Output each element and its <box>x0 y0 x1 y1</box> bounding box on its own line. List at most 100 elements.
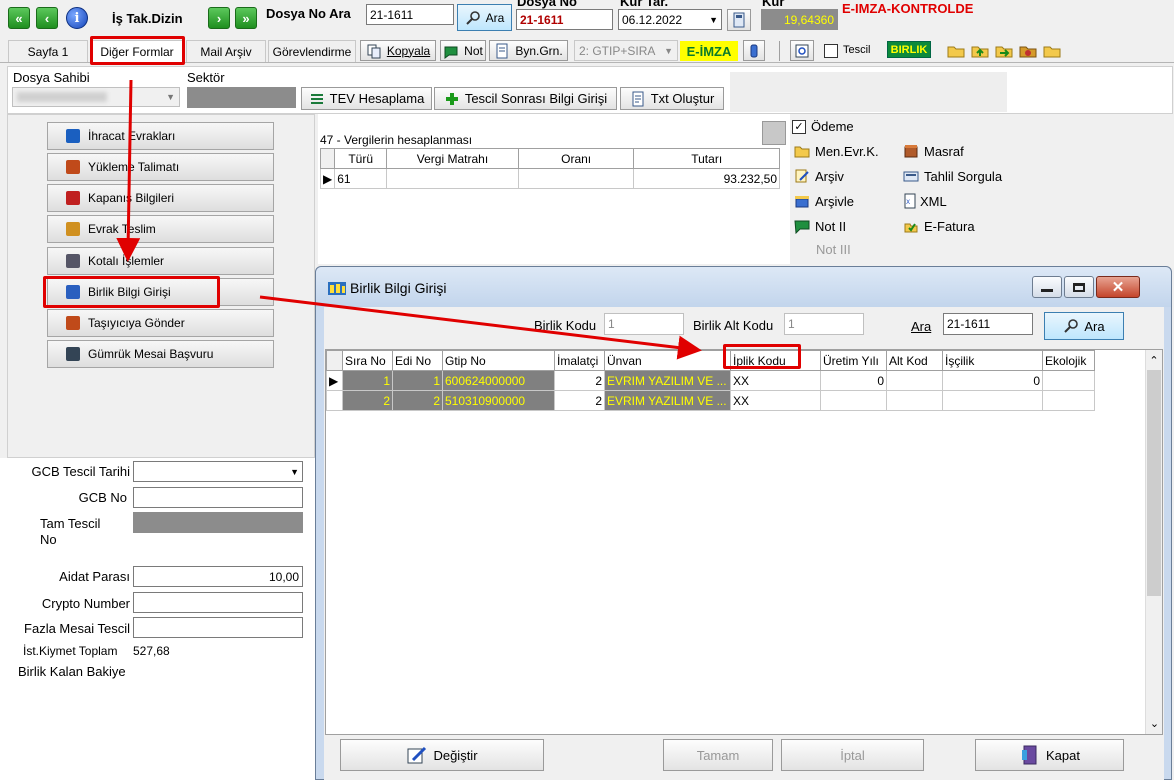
grid-cell[interactable]: 600624000000 <box>442 370 555 391</box>
preview-button[interactable] <box>790 40 814 61</box>
grid-header[interactable]: Ekolojik <box>1042 350 1095 371</box>
grid-cell[interactable] <box>1042 370 1095 391</box>
folder-open-icon[interactable] <box>946 41 966 61</box>
arsiv-link[interactable]: Arşiv <box>794 168 844 184</box>
grid-cell[interactable]: 1 <box>392 370 443 391</box>
calculator-grid-icon[interactable] <box>762 121 786 145</box>
grid-cell[interactable] <box>942 390 1043 411</box>
tahlil-link[interactable]: Tahlil Sorgula <box>903 168 1002 184</box>
scroll-down-icon[interactable]: ⌄ <box>1146 717 1163 730</box>
grid-header[interactable]: İmalatçi <box>554 350 605 371</box>
owner-select[interactable]: ▼ <box>12 87 180 107</box>
copy-button[interactable]: Kopyala <box>360 40 436 61</box>
close-button[interactable]: ✕ <box>1096 276 1140 298</box>
folder-icon[interactable] <box>1042 41 1062 61</box>
arsivle-link[interactable]: Arşivle <box>794 193 854 209</box>
grid-cell[interactable]: 2 <box>554 390 605 411</box>
birlik-button[interactable]: BIRLIK <box>887 41 931 58</box>
tescil-checkbox[interactable] <box>824 44 838 58</box>
last-record-button[interactable]: » <box>235 7 257 29</box>
grid-cell[interactable]: EVRIM YAZILIM VE ... <box>604 370 731 391</box>
usb-button[interactable] <box>743 40 765 61</box>
not2-link[interactable]: Not II <box>794 218 846 234</box>
grid-cell[interactable]: 510310900000 <box>442 390 555 411</box>
grid-cell[interactable]: 2 <box>392 390 443 411</box>
table-row[interactable]: ▶ 61 93.232,50 <box>319 168 780 189</box>
grid-cell[interactable] <box>886 390 943 411</box>
side-menu-tasiyiciya-gonder[interactable]: Taşıyıcıya Gönder <box>47 309 274 337</box>
scroll-up-icon[interactable]: ⌃ <box>1146 354 1162 367</box>
aidat-field[interactable]: 10,00 <box>133 566 303 587</box>
table-row[interactable]: ▶ 1 1 600624000000 2 EVRIM YAZILIM VE ... XX 0 0 <box>326 370 1095 391</box>
folder-up-icon[interactable] <box>970 41 990 61</box>
folder-tools-icon[interactable] <box>1018 41 1038 61</box>
byn-button[interactable]: Byn.Grn. <box>489 40 568 61</box>
grid-cell[interactable] <box>820 390 887 411</box>
odeme-checkbox[interactable]: ✓ Ödeme <box>792 119 854 134</box>
info-icon[interactable]: i <box>66 7 88 29</box>
first-record-button[interactable]: « <box>8 7 30 29</box>
alt-kod-field[interactable]: 1 <box>784 313 864 335</box>
dialog-search-button[interactable]: Ara <box>1044 312 1124 340</box>
men-evr-link[interactable]: Men.Evr.K. <box>794 143 879 159</box>
side-menu-kotali-islemler[interactable]: Kotalı İşlemler <box>47 247 274 275</box>
tescil-sonrasi-button[interactable]: Tescil Sonrası Bilgi Girişi <box>434 87 617 110</box>
tamam-button[interactable]: Tamam <box>663 739 773 771</box>
tab-mail-arsiv[interactable]: Mail Arşiv <box>186 40 266 62</box>
tab-gorevlendirme[interactable]: Görevlendirme <box>268 40 356 62</box>
grid-cell[interactable]: 0 <box>942 370 1043 391</box>
maximize-button[interactable] <box>1064 276 1094 298</box>
tev-calc-button[interactable]: TEV Hesaplama <box>301 87 432 110</box>
sector-field[interactable] <box>187 87 296 108</box>
gcb-date-field[interactable]: ▼ <box>133 461 303 482</box>
grid-cell[interactable]: 2 <box>342 390 393 411</box>
masraf-link[interactable]: Masraf <box>903 143 964 159</box>
grid-header[interactable]: Üretim Yılı <box>820 350 887 371</box>
vertical-scrollbar[interactable]: ⌃ ⌄ <box>1145 350 1162 734</box>
side-menu-yukleme-talimati[interactable]: Yükleme Talimatı <box>47 153 274 181</box>
kapat-button[interactable]: Kapat <box>975 739 1124 771</box>
grid-header[interactable]: İşçilik <box>942 350 1043 371</box>
note-button[interactable]: Not <box>440 40 486 61</box>
grid-header[interactable]: Edi No <box>392 350 443 371</box>
calculator-button[interactable] <box>727 9 751 31</box>
grid-cell[interactable]: EVRIM YAZILIM VE ... <box>604 390 731 411</box>
side-menu-evrak-teslim[interactable]: Evrak Teslim <box>47 215 274 243</box>
grid-cell[interactable]: XX <box>730 390 821 411</box>
degistir-button[interactable]: Değiştir <box>340 739 544 771</box>
efatura-link[interactable]: E-Fatura <box>903 218 975 234</box>
grid-cell[interactable]: 0 <box>820 370 887 391</box>
tax-cell-orani[interactable] <box>517 168 635 189</box>
search-input[interactable]: 21-1611 <box>366 4 454 25</box>
prev-record-button[interactable]: ‹ <box>36 7 58 29</box>
side-menu-kapanis-bilgileri[interactable]: Kapanış Bilgileri <box>47 184 274 212</box>
scrollbar-thumb[interactable] <box>1147 370 1161 596</box>
gcb-no-field[interactable] <box>133 487 303 508</box>
grid-header[interactable]: Ünvan <box>604 350 731 371</box>
gtip-combo[interactable]: 2: GTIP+SIRA ▼ <box>574 40 678 61</box>
xml-link[interactable]: X XML <box>903 193 947 209</box>
search-button[interactable]: Ara <box>457 4 512 31</box>
side-menu-gumruk-mesai-basvuru[interactable]: Gümrük Mesai Başvuru <box>47 340 274 368</box>
next-record-button[interactable]: › <box>208 7 230 29</box>
tax-cell-turu[interactable]: 61 <box>334 168 388 189</box>
txt-create-button[interactable]: Txt Oluştur <box>620 87 724 110</box>
table-row[interactable]: 2 2 510310900000 2 EVRIM YAZILIM VE ... XX <box>326 390 1095 411</box>
grid-cell[interactable]: 1 <box>342 370 393 391</box>
birlik-kodu-field[interactable]: 1 <box>604 313 684 335</box>
file-no-field[interactable]: 21-1611 <box>516 9 613 30</box>
grid-header[interactable]: Sıra No <box>342 350 393 371</box>
dialog-search-input[interactable]: 21-1611 <box>943 313 1033 335</box>
grid-cell[interactable]: 2 <box>554 370 605 391</box>
minimize-button[interactable] <box>1032 276 1062 298</box>
iptal-button[interactable]: İptal <box>781 739 924 771</box>
grid-cell[interactable] <box>886 370 943 391</box>
crypto-field[interactable] <box>133 592 303 613</box>
side-menu-ihracat-evraklari[interactable]: İhracat Evrakları <box>47 122 274 150</box>
folder-export-icon[interactable] <box>994 41 1014 61</box>
rate-date-field[interactable]: 06.12.2022 ▼ <box>618 9 722 30</box>
grid-header[interactable]: Gtip No <box>442 350 555 371</box>
eimza-button[interactable]: E-İMZA <box>680 41 738 61</box>
tax-cell-tutari[interactable]: 93.232,50 <box>633 168 780 189</box>
tax-cell-matrah[interactable] <box>386 168 519 189</box>
